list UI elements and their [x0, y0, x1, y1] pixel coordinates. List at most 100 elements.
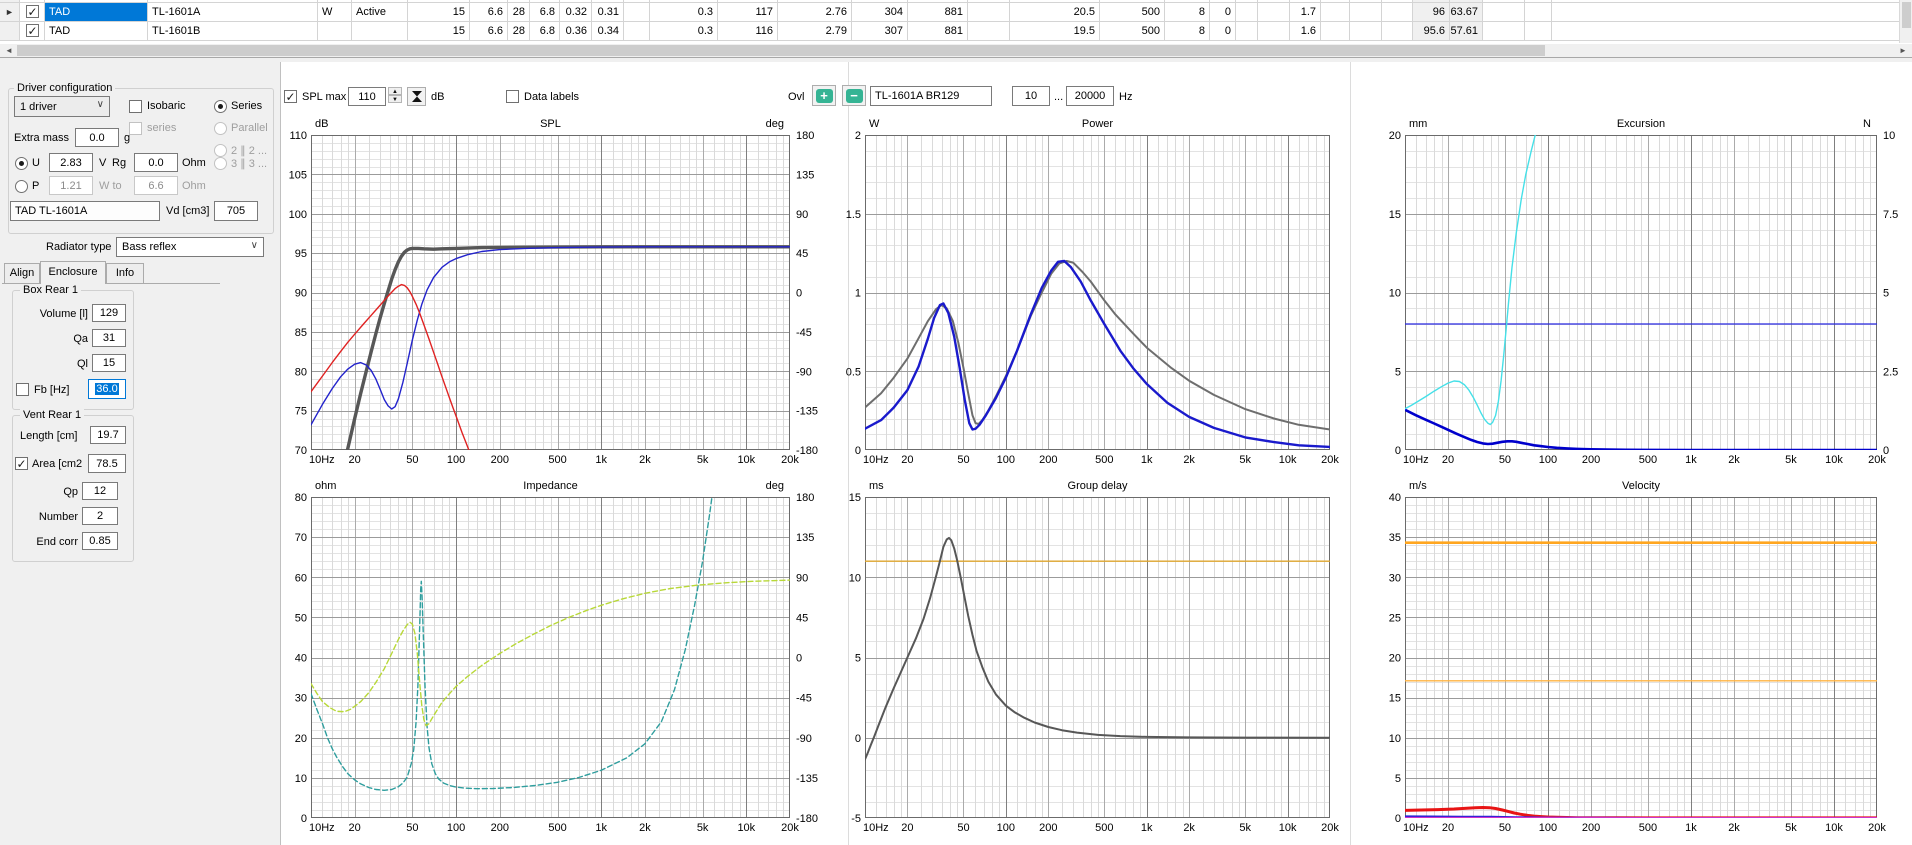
table-cell[interactable]	[852, 0, 908, 2]
table-cell[interactable]	[530, 0, 560, 2]
table-cell[interactable]: 20.5	[1010, 3, 1100, 21]
table-cell[interactable]	[470, 0, 508, 2]
table-cell[interactable]	[1382, 22, 1413, 40]
radiator-type-select[interactable]: Bass reflex∨	[116, 237, 264, 257]
table-horizontal-scrollbar[interactable]: ◄ ►	[0, 44, 1912, 57]
row-checkbox[interactable]: ✓	[26, 24, 39, 37]
table-cell[interactable]	[1290, 0, 1321, 2]
table-cell[interactable]: 57.61	[1450, 22, 1483, 40]
table-cell[interactable]: 6.8	[530, 22, 560, 40]
table-cell[interactable]	[1525, 0, 1552, 2]
table-cell[interactable]: 8	[1165, 3, 1210, 21]
table-cell[interactable]: 0	[1210, 22, 1236, 40]
table-cell[interactable]	[1321, 3, 1350, 21]
table-cell[interactable]	[624, 22, 650, 40]
scroll-left-icon[interactable]: ◄	[2, 44, 16, 57]
table-cell[interactable]: 117	[718, 3, 778, 21]
table-row[interactable]: ✓TADTL-1601B156.6286.80.360.340.31162.79…	[0, 22, 1899, 41]
table-cell[interactable]	[650, 0, 718, 2]
table-vertical-scrollbar[interactable]	[1899, 0, 1912, 43]
table-cell[interactable]	[408, 0, 470, 2]
rg-input[interactable]: 0.0	[134, 153, 178, 172]
fb-checkbox[interactable]	[16, 383, 29, 396]
table-cell[interactable]	[1483, 3, 1525, 21]
table-cell[interactable]	[908, 0, 968, 2]
table-cell[interactable]	[624, 0, 650, 2]
table-cell[interactable]: Active	[352, 3, 408, 21]
table-cell[interactable]	[1483, 22, 1525, 40]
table-cell[interactable]: 304	[852, 3, 908, 21]
table-cell[interactable]	[1350, 0, 1382, 2]
table-cell[interactable]: 63.67	[1450, 3, 1483, 21]
vent-area-input[interactable]: 78.5	[88, 454, 126, 473]
stepper-down-icon[interactable]: ▼	[388, 95, 402, 103]
table-cell[interactable]	[968, 3, 1010, 21]
table-cell[interactable]	[45, 0, 148, 2]
overlay-add-button[interactable]: +	[812, 85, 836, 106]
table-cell[interactable]: 0.3	[650, 3, 718, 21]
tab-align[interactable]: Align	[4, 263, 40, 283]
table-cell[interactable]	[1100, 0, 1165, 2]
qa-input[interactable]: 31	[92, 329, 126, 347]
table-cell[interactable]	[1010, 0, 1100, 2]
table-cell[interactable]: 307	[852, 22, 908, 40]
table-cell[interactable]	[968, 0, 1010, 2]
table-cell[interactable]: 1.6	[1290, 22, 1321, 40]
table-cell[interactable]: 2.79	[778, 22, 852, 40]
table-cell[interactable]: TL-1601A	[148, 3, 318, 21]
stepper-up-icon[interactable]: ▲	[388, 87, 402, 95]
table-cell[interactable]	[778, 0, 852, 2]
table-cell[interactable]: 6.6	[470, 22, 508, 40]
data-labels-checkbox[interactable]	[506, 90, 519, 103]
voltage-input[interactable]: 2.83	[49, 153, 93, 172]
fb-input[interactable]: 36.0	[88, 379, 126, 399]
table-cell[interactable]	[352, 0, 408, 2]
freq-max-input[interactable]: 20000	[1066, 86, 1114, 106]
table-cell[interactable]: 6.6	[470, 3, 508, 21]
vscroll-thumb[interactable]	[1902, 2, 1911, 28]
scroll-right-icon[interactable]: ►	[1896, 44, 1910, 57]
power-drive-radio[interactable]	[15, 180, 28, 193]
table-cell[interactable]: 15	[408, 3, 470, 21]
series-radio[interactable]	[214, 100, 227, 113]
table-cell[interactable]	[1382, 0, 1413, 2]
vent-number-input[interactable]: 2	[82, 507, 118, 525]
table-cell[interactable]: 28	[508, 22, 530, 40]
power-input[interactable]: 1.21	[49, 176, 93, 195]
table-cell[interactable]: 500	[1100, 22, 1165, 40]
isobaric-checkbox[interactable]	[129, 100, 142, 113]
table-cell[interactable]	[1350, 3, 1382, 21]
table-cell[interactable]: TAD	[45, 22, 148, 40]
vent-area-checkbox[interactable]: ✓	[15, 457, 28, 470]
row-checkbox[interactable]: ✓	[26, 5, 39, 18]
table-cell[interactable]	[1236, 22, 1258, 40]
table-cell[interactable]	[1236, 3, 1258, 21]
table-cell[interactable]: 28	[508, 3, 530, 21]
spl-max-checkbox[interactable]: ✓	[284, 90, 297, 103]
table-cell[interactable]	[1258, 3, 1290, 21]
table-cell[interactable]	[1165, 0, 1210, 2]
freq-min-input[interactable]: 10	[1012, 86, 1050, 106]
spl-max-stepper[interactable]: ▲ ▼	[388, 87, 402, 103]
row-checkbox-cell[interactable]: ✓	[20, 3, 45, 21]
table-cell[interactable]: 96	[1413, 3, 1450, 21]
table-cell[interactable]	[352, 22, 408, 40]
table-cell[interactable]	[1321, 22, 1350, 40]
table-cell[interactable]: 500	[1100, 3, 1165, 21]
table-cell[interactable]: 881	[908, 22, 968, 40]
table-cell[interactable]: 0	[1210, 3, 1236, 21]
table-row[interactable]: ►✓TADTL-1601AWActive156.6286.80.320.310.…	[0, 3, 1899, 22]
table-cell[interactable]	[1382, 3, 1413, 21]
table-cell[interactable]: 0.36	[560, 22, 592, 40]
row-selector[interactable]: ►	[0, 3, 20, 21]
table-cell[interactable]	[318, 22, 352, 40]
table-cell[interactable]	[1450, 0, 1483, 2]
table-cell[interactable]	[508, 0, 530, 2]
tab-info[interactable]: Info	[106, 263, 144, 283]
fit-scale-button[interactable]	[407, 87, 426, 106]
row-selector[interactable]	[0, 22, 20, 40]
table-cell[interactable]	[1210, 0, 1236, 2]
parallel-radio[interactable]	[214, 122, 227, 135]
qp-input[interactable]: 12	[82, 482, 118, 500]
overlay-name-input[interactable]: TL-1601A BR129	[870, 86, 992, 106]
